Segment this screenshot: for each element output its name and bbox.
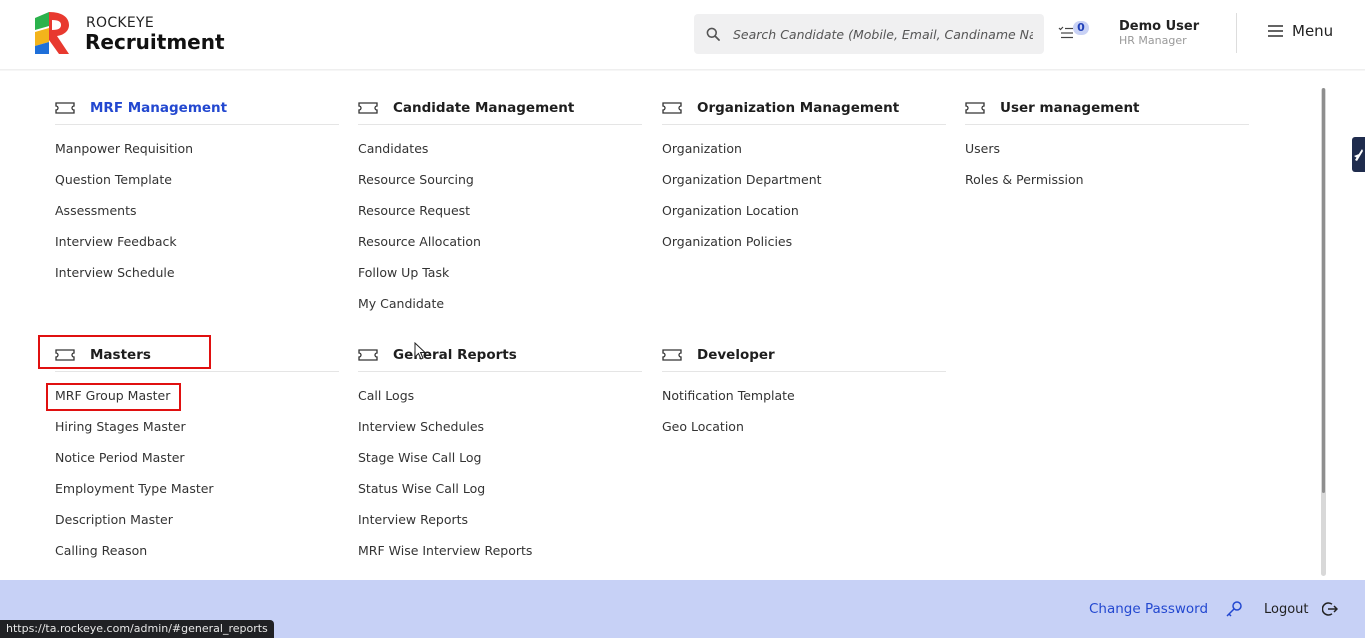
menu-item-interview-reports[interactable]: Interview Reports — [358, 504, 642, 535]
header-shadow — [0, 69, 1365, 71]
menu-item-users[interactable]: Users — [965, 133, 1249, 164]
menu-label: Menu — [1292, 22, 1334, 40]
ticket-icon — [358, 101, 378, 114]
menu-item-geo-location[interactable]: Geo Location — [662, 411, 946, 442]
section-header[interactable]: Candidate Management — [358, 91, 642, 125]
menu-item-interview-schedules[interactable]: Interview Schedules — [358, 411, 642, 442]
section-title-candidate-management: Candidate Management — [393, 99, 575, 116]
section-header[interactable]: General Reports — [358, 338, 642, 372]
brand-name: ROCKEYE — [86, 15, 155, 31]
notifications-button[interactable]: 0 — [1058, 21, 1092, 45]
mouse-cursor-icon — [414, 342, 426, 360]
logout-link[interactable]: Logout — [1264, 602, 1309, 617]
menu-item-status-wise-call-log[interactable]: Status Wise Call Log — [358, 473, 642, 504]
rockeye-logo[interactable] — [33, 12, 71, 54]
menu-item-interview-schedule[interactable]: Interview Schedule — [55, 257, 339, 288]
scrollbar-thumb[interactable] — [1322, 88, 1325, 493]
section-title-user-management: User management — [1000, 99, 1140, 116]
section-candidate-management: Candidate Management Candidates Resource… — [358, 91, 642, 319]
section-developer: Developer Notification Template Geo Loca… — [662, 338, 946, 442]
menu-item-interview-feedback[interactable]: Interview Feedback — [55, 226, 339, 257]
menu-item-calling-reason[interactable]: Calling Reason — [55, 535, 339, 566]
ticket-icon — [662, 348, 682, 361]
menu-item-description-master[interactable]: Description Master — [55, 504, 339, 535]
menu-item-assessments[interactable]: Assessments — [55, 195, 339, 226]
change-password-link[interactable]: Change Password — [1089, 601, 1208, 617]
highlight-box-mrf-group-master — [46, 383, 181, 411]
menu-item-hiring-stages-master[interactable]: Hiring Stages Master — [55, 411, 339, 442]
ticket-icon — [358, 348, 378, 361]
menu-item-employment-type-master[interactable]: Employment Type Master — [55, 473, 339, 504]
side-widget-tab[interactable] — [1352, 137, 1365, 172]
menu-item-stage-wise-call-log[interactable]: Stage Wise Call Log — [358, 442, 642, 473]
menu-item-organization-department[interactable]: Organization Department — [662, 164, 946, 195]
header-divider — [1236, 13, 1237, 53]
key-icon[interactable] — [1225, 600, 1243, 618]
menu-item-call-logs[interactable]: Call Logs — [358, 380, 642, 411]
menu-item-roles-permission[interactable]: Roles & Permission — [965, 164, 1249, 195]
brand-product: Recruitment — [85, 30, 225, 54]
notification-count-badge: 0 — [1073, 21, 1089, 35]
section-header[interactable]: Organization Management — [662, 91, 946, 125]
menu-item-question-template[interactable]: Question Template — [55, 164, 339, 195]
search-input[interactable] — [733, 26, 1033, 42]
ticket-icon — [662, 101, 682, 114]
menu-item-manpower-requisition[interactable]: Manpower Requisition — [55, 133, 339, 164]
search-icon — [706, 27, 720, 41]
ticket-icon — [965, 101, 985, 114]
menu-item-organization-location[interactable]: Organization Location — [662, 195, 946, 226]
app-header: ROCKEYE Recruitment 0 Demo User HR Manag… — [0, 0, 1365, 69]
section-masters: Masters MRF Group Master Hiring Stages M… — [55, 338, 339, 566]
section-header[interactable]: Developer — [662, 338, 946, 372]
menu-item-resource-request[interactable]: Resource Request — [358, 195, 642, 226]
ticket-icon — [55, 101, 75, 114]
rocket-icon — [1354, 149, 1363, 161]
menu-item-follow-up-task[interactable]: Follow Up Task — [358, 257, 642, 288]
section-title-general-reports: General Reports — [393, 346, 517, 363]
menu-item-my-candidate[interactable]: My Candidate — [358, 288, 642, 319]
section-mrf-management: MRF Management Manpower Requisition Ques… — [55, 91, 339, 288]
menu-item-resource-allocation[interactable]: Resource Allocation — [358, 226, 642, 257]
menu-item-candidates[interactable]: Candidates — [358, 133, 642, 164]
menu-item-notice-period-master[interactable]: Notice Period Master — [55, 442, 339, 473]
menu-button[interactable]: Menu — [1268, 22, 1333, 40]
user-role: HR Manager — [1119, 34, 1187, 47]
menu-item-organization-policies[interactable]: Organization Policies — [662, 226, 946, 257]
section-title-organization-management: Organization Management — [697, 99, 900, 116]
menu-item-organization[interactable]: Organization — [662, 133, 946, 164]
section-general-reports: General Reports Call Logs Interview Sche… — [358, 338, 642, 566]
section-title-mrf-management: MRF Management — [90, 99, 228, 116]
logout-icon[interactable] — [1322, 601, 1338, 617]
section-title-developer: Developer — [697, 346, 775, 363]
list-check-icon — [1058, 26, 1073, 39]
menu-item-mrf-wise-interview-reports[interactable]: MRF Wise Interview Reports — [358, 535, 642, 566]
section-organization-management: Organization Management Organization Org… — [662, 91, 946, 257]
menu-item-resource-sourcing[interactable]: Resource Sourcing — [358, 164, 642, 195]
menu-item-notification-template[interactable]: Notification Template — [662, 380, 946, 411]
section-header[interactable]: User management — [965, 91, 1249, 125]
browser-status-url: https://ta.rockeye.com/admin/#general_re… — [0, 620, 274, 638]
user-name[interactable]: Demo User — [1119, 19, 1199, 34]
hamburger-icon — [1268, 25, 1283, 37]
section-header[interactable]: MRF Management — [55, 91, 339, 125]
highlight-box-masters — [38, 335, 211, 369]
section-user-management: User management Users Roles & Permission — [965, 91, 1249, 195]
search-bar[interactable] — [694, 14, 1044, 54]
